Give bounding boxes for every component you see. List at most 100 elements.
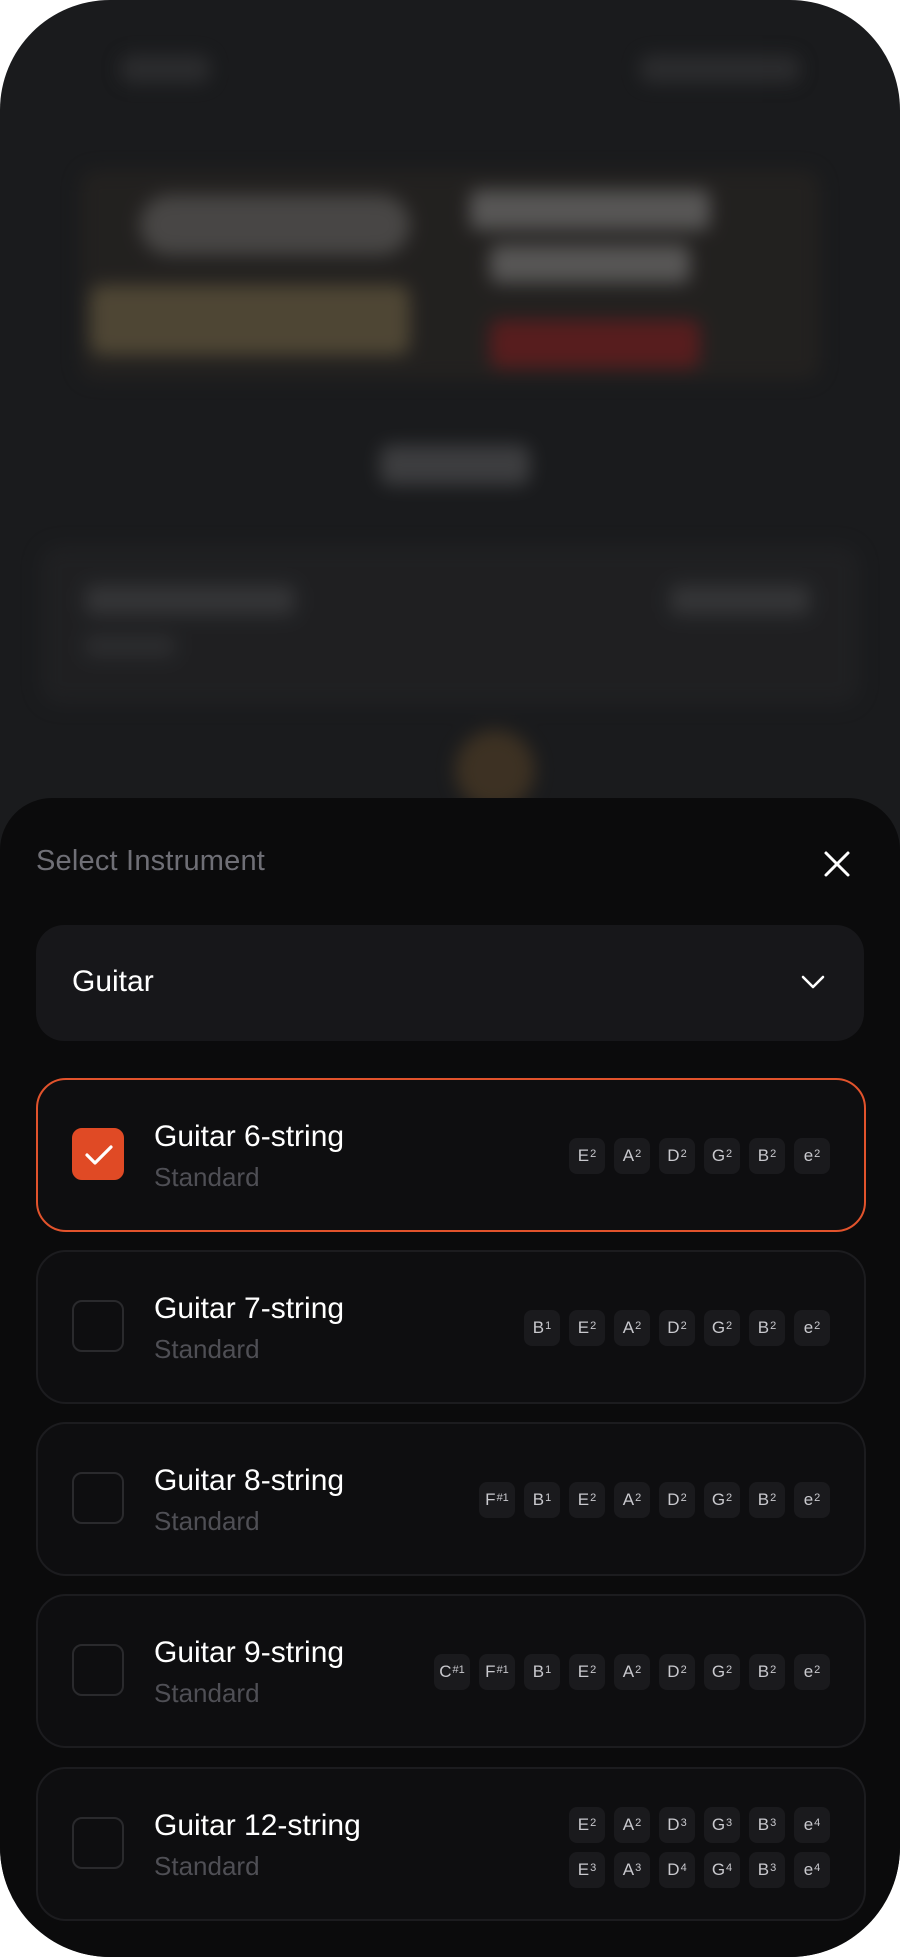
note-octave: 3 (770, 1862, 777, 1874)
note-octave: 2 (726, 1320, 733, 1332)
banner-amp-image (90, 285, 410, 355)
instrument-item[interactable]: Guitar 6-string Standard E 2 A 2 D 2 G 2 B 2 e 2 (36, 1078, 866, 1232)
note-octave: 2 (590, 1148, 597, 1160)
instrument-checkbox[interactable] (72, 1472, 124, 1524)
note-letter: E (577, 1146, 590, 1165)
note-chip: F #1 (479, 1654, 515, 1690)
note-letter: F (485, 1490, 496, 1509)
note-letter: e (803, 1318, 814, 1337)
note-letter: B (757, 1815, 770, 1834)
note-octave: 2 (635, 1320, 642, 1332)
note-letter: e (803, 1146, 814, 1165)
sheet-title: Select Instrument (36, 845, 266, 877)
note-letter: e (803, 1662, 814, 1681)
note-letter: C (439, 1662, 452, 1681)
note-octave: #1 (496, 1664, 509, 1676)
note-octave: 4 (814, 1862, 821, 1874)
instrument-item[interactable]: Guitar 7-string Standard B 1 E 2 A 2 D 2 G 2 B 2 e 2 (36, 1250, 866, 1404)
note-chip: A2 (614, 1482, 650, 1518)
note-letter: B (532, 1490, 545, 1509)
note-octave: 2 (680, 1492, 687, 1504)
banner-headline (470, 190, 710, 230)
note-octave: 2 (770, 1492, 777, 1504)
instrument-category-value: Guitar (72, 965, 154, 998)
note-letter: E (577, 1815, 590, 1834)
instrument-name: Guitar 8-string (154, 1464, 345, 1497)
note-chip: D2 (659, 1654, 695, 1690)
note-octave: 2 (726, 1148, 733, 1160)
instrument-checkbox[interactable] (72, 1644, 124, 1696)
blurred-background-app (0, 0, 900, 820)
note-letter: A (622, 1490, 635, 1509)
note-letter: B (757, 1490, 770, 1509)
instrument-checkbox[interactable] (72, 1817, 124, 1869)
note-octave: 2 (726, 1492, 733, 1504)
background-card-action (670, 585, 810, 615)
note-letter: E (577, 1318, 590, 1337)
status-bar-icons (640, 55, 800, 83)
instrument-checkbox[interactable] (72, 1300, 124, 1352)
note-chip: A3 (614, 1852, 650, 1888)
note-octave: 2 (814, 1148, 821, 1160)
note-octave: 2 (770, 1148, 777, 1160)
instrument-tuning: Standard (154, 1678, 260, 1708)
note-octave: 2 (770, 1320, 777, 1332)
note-octave: 2 (814, 1664, 821, 1676)
note-octave: 2 (635, 1148, 642, 1160)
note-chip: G2 (704, 1310, 740, 1346)
note-chip: e2 (794, 1482, 830, 1518)
note-letter: E (577, 1662, 590, 1681)
instrument-category-select[interactable]: Guitar (36, 925, 864, 1041)
note-chip: G4 (704, 1852, 740, 1888)
close-icon (824, 851, 850, 877)
note-chip: E2 (569, 1807, 605, 1843)
note-octave: 2 (680, 1148, 687, 1160)
note-letter: B (757, 1146, 770, 1165)
note-octave: 1 (545, 1492, 552, 1504)
note-chip: D2 (659, 1310, 695, 1346)
note-octave: 2 (635, 1817, 642, 1829)
note-letter: A (622, 1662, 635, 1681)
banner-headline-line2 (490, 245, 690, 283)
note-octave: 3 (726, 1817, 733, 1829)
instrument-item[interactable]: Guitar 8-string Standard F #1 B 1 E 2 A 2 D 2 G 2 B 2 e 2 (36, 1422, 866, 1576)
note-letter: D (667, 1490, 680, 1509)
note-chip: G2 (704, 1138, 740, 1174)
note-chip: B2 (749, 1482, 785, 1518)
note-letter: E (577, 1490, 590, 1509)
instrument-item[interactable]: Guitar 9-string Standard C #1 F #1 B 1 E 2 A 2 D 2 G 2 B… (36, 1594, 866, 1748)
note-letter: G (711, 1860, 726, 1879)
note-letter: F (485, 1662, 496, 1681)
note-letter: D (667, 1815, 680, 1834)
instrument-item[interactable]: Guitar 12-string Standard E 2 A 2 D 3 G 3 B 3 e 4 E 3 A 3… (36, 1767, 866, 1921)
instrument-checkbox[interactable] (72, 1128, 124, 1180)
note-octave: #1 (496, 1492, 509, 1504)
note-chip: D2 (659, 1138, 695, 1174)
instrument-tuning: Standard (154, 1851, 260, 1881)
note-chip: B2 (749, 1138, 785, 1174)
note-chip: B1 (524, 1310, 560, 1346)
note-letter: E (577, 1860, 590, 1879)
note-letter: G (711, 1490, 726, 1509)
checkmark-icon (85, 1145, 113, 1165)
background-card-subtitle (85, 635, 175, 657)
note-letter: A (622, 1318, 635, 1337)
instrument-name: Guitar 6-string (154, 1120, 345, 1153)
note-octave: 4 (726, 1862, 733, 1874)
note-letter: D (667, 1146, 680, 1165)
note-letter: G (711, 1318, 726, 1337)
note-letter: e (803, 1815, 814, 1834)
note-chip: G2 (704, 1482, 740, 1518)
note-chip: E2 (569, 1654, 605, 1690)
note-chip: A2 (614, 1310, 650, 1346)
note-octave: 3 (635, 1862, 642, 1874)
note-octave: 2 (590, 1817, 597, 1829)
tuning-notes: E2A2D3G3B3e4E3A3D4G4B3e4 (569, 1807, 830, 1888)
note-octave: 2 (814, 1320, 821, 1332)
note-letter: e (803, 1490, 814, 1509)
note-letter: G (711, 1146, 726, 1165)
status-bar-time (120, 55, 210, 83)
note-chip: E3 (569, 1852, 605, 1888)
close-button[interactable] (815, 842, 859, 886)
note-letter: A (622, 1146, 635, 1165)
